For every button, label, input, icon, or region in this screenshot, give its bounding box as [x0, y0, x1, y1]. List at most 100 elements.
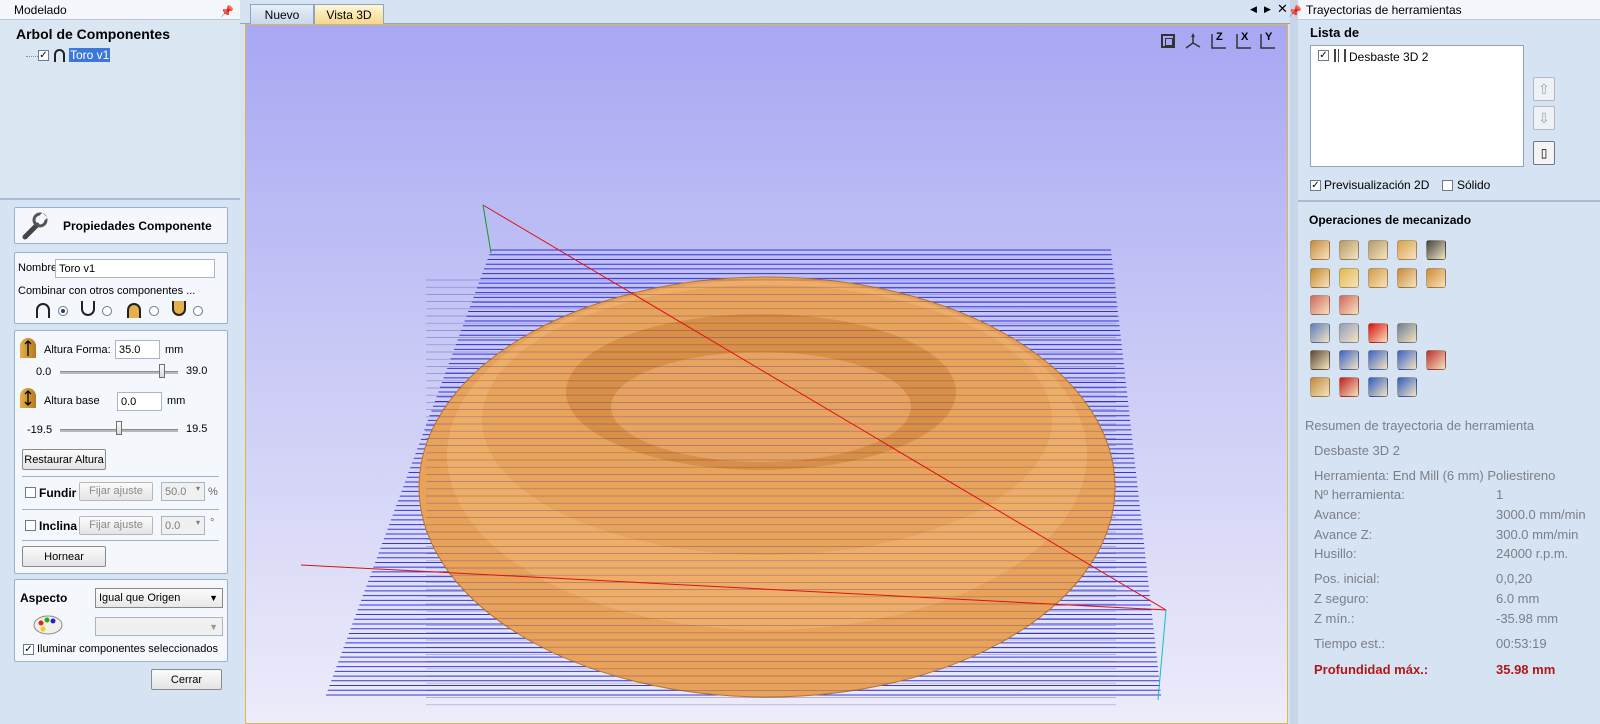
iluminar-label: Iluminar componentes seleccionados	[37, 643, 218, 655]
divider	[22, 540, 219, 541]
iso-view-icon[interactable]	[1183, 31, 1203, 51]
divider	[22, 476, 219, 477]
quick-engrave-icon[interactable]	[1426, 268, 1446, 288]
palette-icon[interactable]	[33, 613, 63, 635]
drilling-icon[interactable]	[1368, 240, 1388, 260]
close-icon[interactable]: ✕	[1277, 1, 1288, 17]
view-x-icon[interactable]: X	[1233, 31, 1253, 51]
component-tree-panel: Arbol de Componentes ✓ Toro v1	[0, 20, 240, 198]
inclina-fijar-ajuste-button[interactable]: Fijar ajuste	[79, 516, 153, 535]
pin-icon[interactable]: 📌	[1288, 2, 1302, 22]
time-estimate-icon[interactable]	[1339, 377, 1359, 397]
tab-scroll-left-icon[interactable]: ◀	[1250, 4, 1257, 15]
iluminar-checkbox[interactable]: ✓	[23, 644, 34, 655]
summary-value: 3000.0 mm/min	[1496, 507, 1586, 522]
solido-checkbox[interactable]	[1442, 180, 1453, 191]
toolpath-item-checkbox[interactable]: ✓	[1318, 50, 1329, 61]
tab-scroll-right-icon[interactable]: ▶	[1264, 4, 1271, 15]
summary-value: 6.0 mm	[1496, 591, 1540, 606]
summary-key: Nº herramienta:	[1314, 487, 1405, 502]
view-z-icon[interactable]: Z	[1208, 31, 1228, 51]
altura-forma-slider-thumb[interactable]	[159, 364, 165, 378]
altura-base-slider-thumb[interactable]	[116, 421, 122, 435]
view-z-label: Z	[1216, 31, 1223, 43]
flute-icon[interactable]	[1339, 268, 1359, 288]
export-icon[interactable]	[1397, 377, 1417, 397]
ops-title: Operaciones de mecanizado	[1309, 213, 1472, 227]
fundir-spin-icon[interactable]: ▾	[196, 484, 200, 493]
combine-add-radio[interactable]	[58, 306, 68, 316]
fluting-icon[interactable]	[1368, 268, 1388, 288]
delete-toolpath-icon[interactable]	[1368, 323, 1388, 343]
fundir-fijar-ajuste-button[interactable]: Fijar ajuste	[79, 482, 153, 501]
move-up-icon[interactable]: ⇧	[1533, 77, 1555, 101]
wrench-icon	[19, 211, 49, 241]
calculator-icon[interactable]	[1397, 323, 1417, 343]
move-down-icon[interactable]: ⇩	[1533, 106, 1555, 130]
vcarve-icon[interactable]	[1397, 240, 1417, 260]
combine-low-radio[interactable]	[193, 306, 203, 316]
text-tool-icon[interactable]	[1426, 240, 1446, 260]
save-toolpath-icon[interactable]	[1368, 377, 1388, 397]
simulate-icon[interactable]	[1310, 377, 1330, 397]
inclina-checkbox[interactable]	[25, 520, 36, 531]
edit-toolpath-icon[interactable]	[1310, 323, 1330, 343]
altura-base-unit: mm	[167, 395, 186, 407]
preview-2d-checkbox[interactable]: ✓	[1310, 180, 1321, 191]
inclina-unit: °	[210, 517, 215, 529]
zoom-fit-icon[interactable]	[1161, 34, 1175, 48]
tool-database-icon[interactable]	[1310, 350, 1330, 370]
name-input[interactable]: Toro v1	[55, 259, 215, 278]
summary-key: Avance Z:	[1314, 527, 1373, 542]
view-y-icon[interactable]: Y	[1257, 31, 1277, 51]
altura-base-input[interactable]: 0.0	[117, 392, 162, 411]
cerrar-button[interactable]: Cerrar	[151, 669, 222, 690]
axis-line	[482, 204, 492, 254]
toolpath-item-label[interactable]: Desbaste 3D 2	[1349, 50, 1428, 64]
combine-high-radio[interactable]	[149, 306, 159, 316]
tree-title: Arbol de Componentes	[16, 26, 171, 42]
profile-cut-icon[interactable]	[1310, 240, 1330, 260]
combine-subtract-radio[interactable]	[102, 306, 112, 316]
prism-icon[interactable]	[1310, 268, 1330, 288]
material-setup-icon[interactable]	[1368, 350, 1388, 370]
toolpaths-title: Trayectorias de herramientas	[1306, 3, 1462, 17]
summary-value: 00:53:19	[1496, 636, 1547, 651]
divider	[22, 509, 219, 510]
altura-forma-max: 39.0	[186, 365, 208, 377]
toolpath-template-icon[interactable]	[1339, 323, 1359, 343]
pin-icon[interactable]: 📌	[220, 2, 234, 22]
fundir-checkbox[interactable]	[25, 487, 36, 498]
merge-toolpaths-icon[interactable]	[1339, 350, 1359, 370]
array-copy-icon[interactable]	[1426, 350, 1446, 370]
toolpath-props-icon[interactable]: ▯	[1533, 141, 1555, 165]
aspecto-label: Aspecto	[20, 591, 68, 605]
right-splitter[interactable]	[1290, 0, 1298, 724]
tree-item-checkbox[interactable]: ✓	[38, 50, 49, 61]
inlay-icon[interactable]	[1397, 268, 1417, 288]
summary-value: 24000 r.p.m.	[1496, 546, 1569, 561]
inclina-label: Inclina	[39, 519, 78, 533]
tab-nuevo[interactable]: Nuevo	[250, 4, 314, 24]
viewport-3d[interactable]: Z X Y	[245, 24, 1288, 724]
altura-forma-input[interactable]: 35.0	[115, 340, 160, 359]
torus-shape-icon	[54, 49, 65, 62]
roughing-3d-icon[interactable]	[1310, 295, 1330, 315]
view-y-label: Y	[1265, 31, 1273, 43]
hornear-button[interactable]: Hornear	[22, 546, 106, 567]
color-select[interactable]: ▼	[95, 617, 223, 636]
props-title: Propiedades Componente	[63, 219, 212, 233]
pocket-icon[interactable]	[1339, 240, 1359, 260]
axis-line	[1157, 609, 1167, 701]
preview-icon[interactable]	[1397, 350, 1417, 370]
restaurar-altura-button[interactable]: Restaurar Altura	[22, 449, 106, 470]
finishing-3d-icon[interactable]	[1339, 295, 1359, 315]
altura-base-max: 19.5	[186, 423, 208, 435]
aspecto-select[interactable]: Igual que Origen ▼	[95, 588, 223, 608]
toolpath-list[interactable]: ✓ Desbaste 3D 2	[1310, 45, 1524, 167]
inclina-spin-icon[interactable]: ▾	[196, 518, 200, 527]
aspecto-box: Aspecto Igual que Origen ▼ ▼ ✓ Iluminar …	[14, 579, 228, 662]
tab-vista-3d[interactable]: Vista 3D	[314, 4, 384, 24]
tree-connector	[26, 56, 38, 57]
tree-item-toro[interactable]: Toro v1	[69, 48, 111, 62]
